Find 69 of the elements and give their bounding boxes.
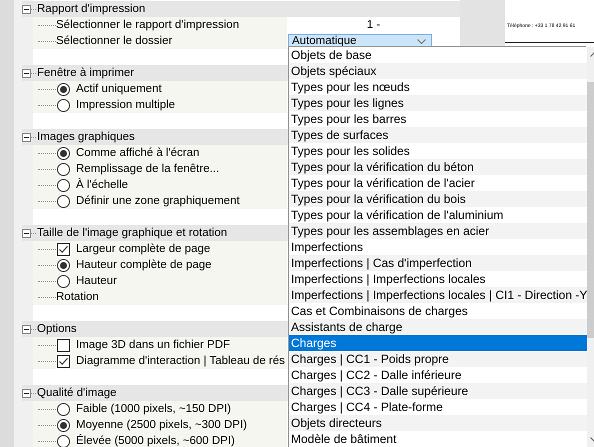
radio-button[interactable] <box>57 178 70 192</box>
property-label: Sélectionner le dossier <box>56 34 172 49</box>
radio-button[interactable] <box>57 418 70 432</box>
radio-button[interactable] <box>57 274 70 288</box>
section-header[interactable]: Taille de l'image graphique et rotation <box>37 225 228 241</box>
property-label: Élevée (5000 pixels, ~600 DPI) <box>76 433 235 447</box>
dropdown-option[interactable]: Types de surfaces <box>289 127 588 143</box>
dropdown-option[interactable]: Types pour la vérification de l'acier <box>289 175 588 191</box>
dropdown-option[interactable]: Charges | CC4 - Plate-forme <box>289 399 588 415</box>
radio-button[interactable] <box>57 98 70 112</box>
dropdown-option[interactable]: Types pour la vérification de l'aluminium <box>289 207 588 223</box>
dropdown-option[interactable]: Imperfections | Cas d'imperfection <box>289 255 588 271</box>
dropdown-option[interactable]: Imperfections | Imperfections locales <box>289 271 588 287</box>
dropdown-option[interactable]: Types pour la vérification du bois <box>289 191 588 207</box>
section-header[interactable]: Qualité d'image <box>37 385 117 401</box>
chevron-down-icon[interactable] <box>417 38 426 44</box>
dropdown-option[interactable]: Types pour les solides <box>289 143 588 159</box>
dropdown-option[interactable]: Charges | CC3 - Dalle supérieure <box>289 383 588 399</box>
property-label: Comme affiché à l'écran <box>76 146 200 161</box>
radio-button[interactable] <box>57 258 70 272</box>
checkbox[interactable] <box>57 338 70 352</box>
dropdown-option[interactable]: Imperfections <box>289 239 588 255</box>
dropdown-option[interactable]: Charges <box>289 335 588 351</box>
dropdown-option[interactable]: Types pour la vérification du béton <box>289 159 588 175</box>
property-label: Image 3D dans un fichier PDF <box>76 338 230 353</box>
property-label: Largeur complète de page <box>76 242 210 257</box>
collapse-icon[interactable] <box>22 228 31 238</box>
property-label: Remplissage de la fenêtre... <box>76 162 220 177</box>
collapse-icon[interactable] <box>22 388 31 398</box>
property-label: Hauteur <box>76 274 117 289</box>
dropdown-option[interactable]: Charges | CC1 - Poids propre <box>289 351 588 367</box>
collapse-icon[interactable] <box>22 68 31 78</box>
property-value: 1 - <box>366 18 380 33</box>
dropdown-option[interactable]: Cas et Combinaisons de charges <box>289 303 588 319</box>
property-label: Définir une zone graphiquement <box>76 194 240 209</box>
property-label: À l'échelle <box>76 177 128 193</box>
property-label: Hauteur complète de page <box>76 258 212 273</box>
dropdown-option[interactable]: Types pour les nœuds <box>289 79 588 95</box>
collapse-icon[interactable] <box>22 132 31 142</box>
property-label: Diagramme d'interaction | Tableau de rés <box>76 354 285 369</box>
radio-button[interactable] <box>57 82 70 96</box>
dropdown-option[interactable]: Objets directeurs <box>289 415 588 431</box>
radio-button[interactable] <box>57 194 70 208</box>
radio-button[interactable] <box>57 402 70 416</box>
section-header[interactable]: Options <box>37 321 77 337</box>
collapse-icon[interactable] <box>22 4 31 14</box>
radio-button[interactable] <box>57 434 70 447</box>
property-label: Faible (1000 pixels, ~150 DPI) <box>76 402 232 417</box>
dropdown-option[interactable]: Types pour les lignes <box>289 95 588 111</box>
radio-button[interactable] <box>57 146 70 160</box>
section-header[interactable]: Images graphiques <box>37 129 135 145</box>
dropdown-option[interactable]: Imperfections | Imperfections locales | CI1 - Direction -Y <box>289 287 588 303</box>
dropdown-option[interactable]: Charges | CC2 - Dalle inférieure <box>289 367 588 383</box>
dropdown-option[interactable]: Objets spéciaux <box>289 63 588 79</box>
property-label: Impression multiple <box>76 98 176 113</box>
dropdown-option[interactable]: Types pour les barres <box>289 111 588 127</box>
property-label: Actif uniquement <box>76 82 162 97</box>
checkbox[interactable] <box>57 242 70 256</box>
dropdown-option[interactable]: Objets de base <box>289 47 588 63</box>
checkbox[interactable] <box>57 354 70 368</box>
dropdown-option[interactable]: Types pour les assemblages en acier <box>289 223 588 239</box>
dropdown-option[interactable]: Modèle de bâtiment <box>289 431 588 447</box>
property-label: Moyenne (2500 pixels, ~300 DPI) <box>76 418 248 433</box>
collapse-icon[interactable] <box>22 324 31 334</box>
property-label: Sélectionner le rapport d'impression <box>56 18 240 33</box>
property-label: Rotation <box>56 290 99 305</box>
dropdown-option[interactable]: Assistants de charge <box>289 319 588 335</box>
radio-button[interactable] <box>57 162 70 176</box>
section-header[interactable]: Fenêtre à imprimer <box>37 65 134 81</box>
